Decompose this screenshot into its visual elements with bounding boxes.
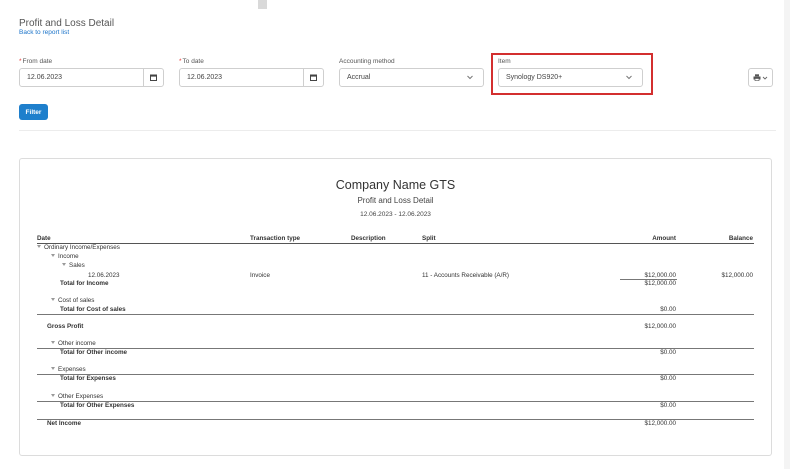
total-expenses-label: Total for Expenses: [60, 375, 116, 382]
to-date-value: 12.06.2023: [187, 74, 223, 81]
from-date-label: *From date: [19, 58, 53, 65]
total-other-income-label: Total for Other income: [60, 349, 128, 356]
row-divider: [37, 401, 754, 402]
total-other-expenses-label: Total for Other Expenses: [60, 402, 135, 409]
column-header-amount: Amount: [652, 235, 676, 242]
accounting-method-value: Accrual: [347, 74, 371, 81]
page-title: Profit and Loss Detail: [19, 18, 115, 29]
net-income-label: Net Income: [47, 420, 81, 427]
to-date-calendar-button[interactable]: [303, 69, 323, 86]
txn-date: 12.06.2023: [88, 272, 120, 279]
txn-balance: $12,000.00: [721, 272, 753, 279]
to-date-label: *To date: [179, 58, 204, 65]
accounting-method-select[interactable]: Accrual: [339, 68, 484, 87]
column-header-date: Date: [37, 235, 51, 242]
triangle-down-icon: [51, 366, 55, 370]
accounting-method-label: Accounting method: [339, 58, 395, 65]
calendar-icon: [150, 74, 157, 81]
chevron-down-icon: [467, 75, 473, 80]
triangle-down-icon: [51, 297, 55, 301]
total-other-expenses-amount: $0.00: [660, 402, 676, 409]
net-income-amount: $12,000.00: [644, 420, 676, 427]
filter-button[interactable]: Filter: [19, 104, 48, 120]
divider: [19, 130, 776, 131]
triangle-down-icon: [51, 340, 55, 344]
total-cos-label: Total for Cost of sales: [60, 306, 126, 313]
row-divider: [37, 348, 754, 349]
total-cos-amount: $0.00: [660, 306, 676, 313]
row-divider: [37, 374, 754, 375]
txn-amount: $12,000.00: [644, 272, 676, 279]
column-header-transaction-type: Transaction type: [250, 235, 301, 242]
txn-type[interactable]: Invoice: [250, 272, 270, 279]
printer-icon: [753, 74, 761, 81]
item-highlight-box: [491, 53, 653, 95]
scroll-marker: [258, 0, 267, 9]
header-divider: [37, 243, 754, 244]
from-date-calendar-button[interactable]: [143, 69, 163, 86]
total-income-label: Total for Income: [60, 280, 109, 287]
from-date-field[interactable]: 12.06.2023: [19, 68, 164, 87]
gross-profit-amount: $12,000.00: [644, 323, 676, 330]
report-card: Company Name GTS Profit and Loss Detail …: [19, 158, 772, 456]
section-ordinary[interactable]: Ordinary Income/Expenses: [37, 244, 120, 251]
section-other-income[interactable]: Other income: [51, 340, 96, 347]
report-date-range: 12.06.2023 - 12.06.2023: [360, 211, 431, 218]
back-to-report-list-link[interactable]: Back to report list: [19, 29, 69, 36]
section-cost-of-sales[interactable]: Cost of sales: [51, 297, 94, 304]
print-button[interactable]: [748, 68, 773, 87]
section-income[interactable]: Income: [51, 253, 79, 260]
column-header-balance: Balance: [728, 235, 753, 242]
txn-split: 11 - Accounts Receivable (A/R): [422, 272, 510, 279]
column-header-description: Description: [351, 235, 386, 242]
triangle-down-icon: [62, 262, 66, 266]
row-divider: [37, 314, 754, 315]
chevron-down-icon: [762, 76, 768, 80]
column-header-split: Split: [422, 235, 436, 242]
page-scrollbar[interactable]: [784, 0, 790, 469]
section-sales[interactable]: Sales: [62, 262, 85, 269]
triangle-down-icon: [37, 244, 41, 248]
triangle-down-icon: [51, 393, 55, 397]
total-expenses-amount: $0.00: [660, 375, 676, 382]
company-name: Company Name GTS: [335, 178, 456, 192]
calendar-icon: [310, 74, 317, 81]
section-expenses[interactable]: Expenses: [51, 366, 86, 373]
section-other-expenses[interactable]: Other Expenses: [51, 393, 103, 400]
from-date-value: 12.06.2023: [27, 74, 63, 81]
triangle-down-icon: [51, 253, 55, 257]
gross-profit-label: Gross Profit: [47, 323, 84, 330]
total-income-amount: $12,000.00: [644, 280, 676, 287]
to-date-field[interactable]: 12.06.2023: [179, 68, 324, 87]
report-name: Profit and Loss Detail: [357, 196, 434, 205]
total-other-income-amount: $0.00: [660, 349, 676, 356]
